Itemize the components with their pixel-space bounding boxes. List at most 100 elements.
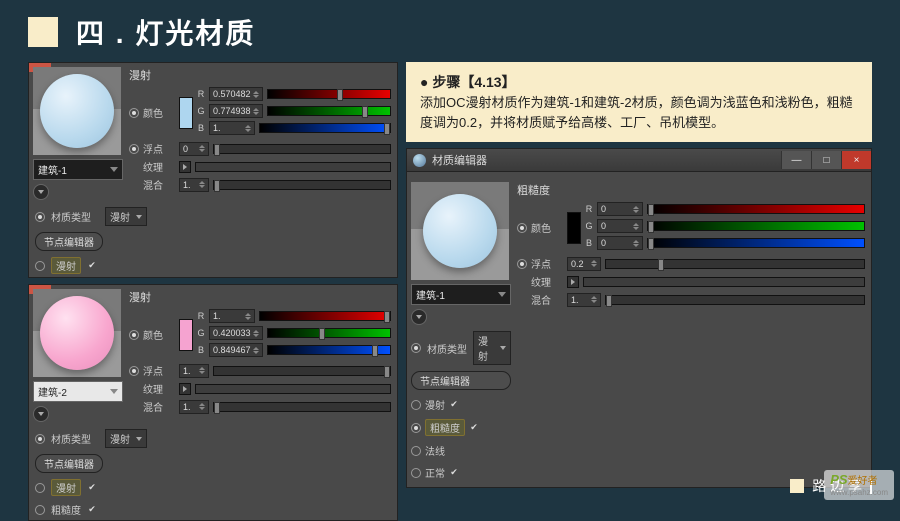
section-title: 粗糙度 [517, 182, 865, 198]
tab-diffuse[interactable]: 漫射 [425, 397, 445, 412]
texture-label: 纹理 [531, 274, 563, 289]
r-slider[interactable] [647, 204, 865, 214]
r-value-input[interactable]: 1. [209, 309, 255, 323]
tab-radio[interactable] [35, 483, 45, 493]
g-value-input[interactable]: 0 [597, 219, 643, 233]
mat-type-select[interactable]: 漫射 [105, 429, 147, 448]
float-slider[interactable] [213, 366, 391, 376]
check-icon: ✔ [87, 483, 97, 493]
tab-radio[interactable] [411, 400, 421, 410]
preview-options-button[interactable] [411, 309, 427, 325]
g-value-input[interactable]: 0.774938 [209, 104, 263, 118]
mix-label: 混合 [143, 177, 175, 192]
window-titlebar[interactable]: 材质编辑器 — □ × [407, 149, 871, 172]
g-slider[interactable] [267, 328, 391, 338]
float-input[interactable]: 0 [179, 142, 209, 156]
tab-radio[interactable] [35, 505, 45, 515]
mix-slider[interactable] [605, 295, 865, 305]
float-input[interactable]: 0.2 [567, 257, 601, 271]
channel-b-label: B [197, 345, 205, 355]
color-label: 颜色 [143, 105, 175, 120]
preview-options-button[interactable] [33, 406, 49, 422]
r-value-input[interactable]: 0.570482 [209, 87, 263, 101]
texture-label: 纹理 [143, 159, 175, 174]
float-radio[interactable] [129, 144, 139, 154]
check-icon: ✔ [449, 400, 459, 410]
r-slider[interactable] [267, 89, 391, 99]
texture-slot[interactable] [195, 162, 391, 172]
tab-default[interactable]: 正常 [425, 465, 445, 480]
float-radio[interactable] [517, 259, 527, 269]
mix-input[interactable]: 1. [179, 178, 209, 192]
texture-expand-button[interactable] [179, 161, 191, 173]
g-slider[interactable] [267, 106, 391, 116]
b-value-input[interactable]: 0.849467 [209, 343, 263, 357]
channel-b-label: B [585, 238, 593, 248]
window-minimize-button[interactable]: — [781, 151, 811, 169]
mat-type-label: 材质类型 [51, 209, 99, 224]
mat-type-radio[interactable] [411, 343, 421, 353]
tab-normal[interactable]: 法线 [425, 443, 445, 458]
node-editor-button[interactable]: 节点编辑器 [411, 371, 511, 390]
texture-slot[interactable] [583, 277, 865, 287]
tab-radio[interactable] [411, 468, 421, 478]
node-editor-button[interactable]: 节点编辑器 [35, 454, 103, 473]
b-slider[interactable] [647, 238, 865, 248]
mix-slider[interactable] [213, 180, 391, 190]
material-name-field[interactable]: 建筑-1 [33, 159, 123, 180]
color-swatch[interactable] [567, 212, 581, 244]
r-value-input[interactable]: 0 [597, 202, 643, 216]
channel-r-label: R [585, 204, 593, 214]
float-slider[interactable] [605, 259, 865, 269]
color-swatch[interactable] [179, 319, 193, 351]
node-editor-button[interactable]: 节点编辑器 [35, 232, 103, 251]
texture-expand-button[interactable] [179, 383, 191, 395]
color-swatch[interactable] [179, 97, 193, 129]
mix-input[interactable]: 1. [179, 400, 209, 414]
b-slider[interactable] [267, 345, 391, 355]
color-radio[interactable] [129, 330, 139, 340]
g-slider[interactable] [647, 221, 865, 231]
tab-roughness[interactable]: 粗糙度 [51, 502, 81, 517]
footer-square [790, 479, 804, 493]
window-close-button[interactable]: × [841, 151, 871, 169]
tab-radio[interactable] [411, 423, 421, 433]
material-name-field[interactable]: 建筑-2 [33, 381, 123, 402]
float-input[interactable]: 1. [179, 364, 209, 378]
color-radio[interactable] [129, 108, 139, 118]
tab-diffuse[interactable]: 漫射 [51, 257, 81, 274]
color-radio[interactable] [517, 223, 527, 233]
material-name-field[interactable]: 建筑-1 [411, 284, 511, 305]
b-value-input[interactable]: 1. [209, 121, 255, 135]
mat-type-select[interactable]: 漫射 [105, 207, 147, 226]
channel-g-label: G [197, 328, 205, 338]
mat-type-radio[interactable] [35, 212, 45, 222]
b-value-input[interactable]: 0 [597, 236, 643, 250]
mat-type-select[interactable]: 漫射 [473, 331, 511, 365]
mat-type-radio[interactable] [35, 434, 45, 444]
preview-options-button[interactable] [33, 184, 49, 200]
tab-radio[interactable] [35, 261, 45, 271]
g-value-input[interactable]: 0.420033 [209, 326, 263, 340]
mix-slider[interactable] [213, 402, 391, 412]
window-maximize-button[interactable]: □ [811, 151, 841, 169]
instruction-text: 添加OC漫射材质作为建筑-1和建筑-2材质，颜色调为浅蓝色和浅粉色，粗糙度调为0… [420, 93, 858, 132]
material-editor-window: 材质编辑器 — □ × 建筑-1 [406, 148, 872, 488]
material-panel-b: 建筑-2 漫射 颜色 R1. G0.420033 B0.84946 [28, 284, 398, 521]
texture-slot[interactable] [195, 384, 391, 394]
b-slider[interactable] [259, 123, 391, 133]
float-radio[interactable] [129, 366, 139, 376]
check-icon: ✔ [87, 261, 97, 271]
float-slider[interactable] [213, 144, 391, 154]
header-square [28, 17, 58, 47]
texture-expand-button[interactable] [567, 276, 579, 288]
page-title: 四 . 灯光材质 [76, 12, 255, 52]
mix-input[interactable]: 1. [567, 293, 601, 307]
check-icon: ✔ [87, 505, 97, 515]
r-slider[interactable] [259, 311, 391, 321]
tab-roughness[interactable]: 粗糙度 [425, 419, 465, 436]
step-label: ● 步骤【4.13】 [420, 72, 858, 93]
app-icon [413, 154, 426, 167]
tab-diffuse[interactable]: 漫射 [51, 479, 81, 496]
tab-radio[interactable] [411, 446, 421, 456]
